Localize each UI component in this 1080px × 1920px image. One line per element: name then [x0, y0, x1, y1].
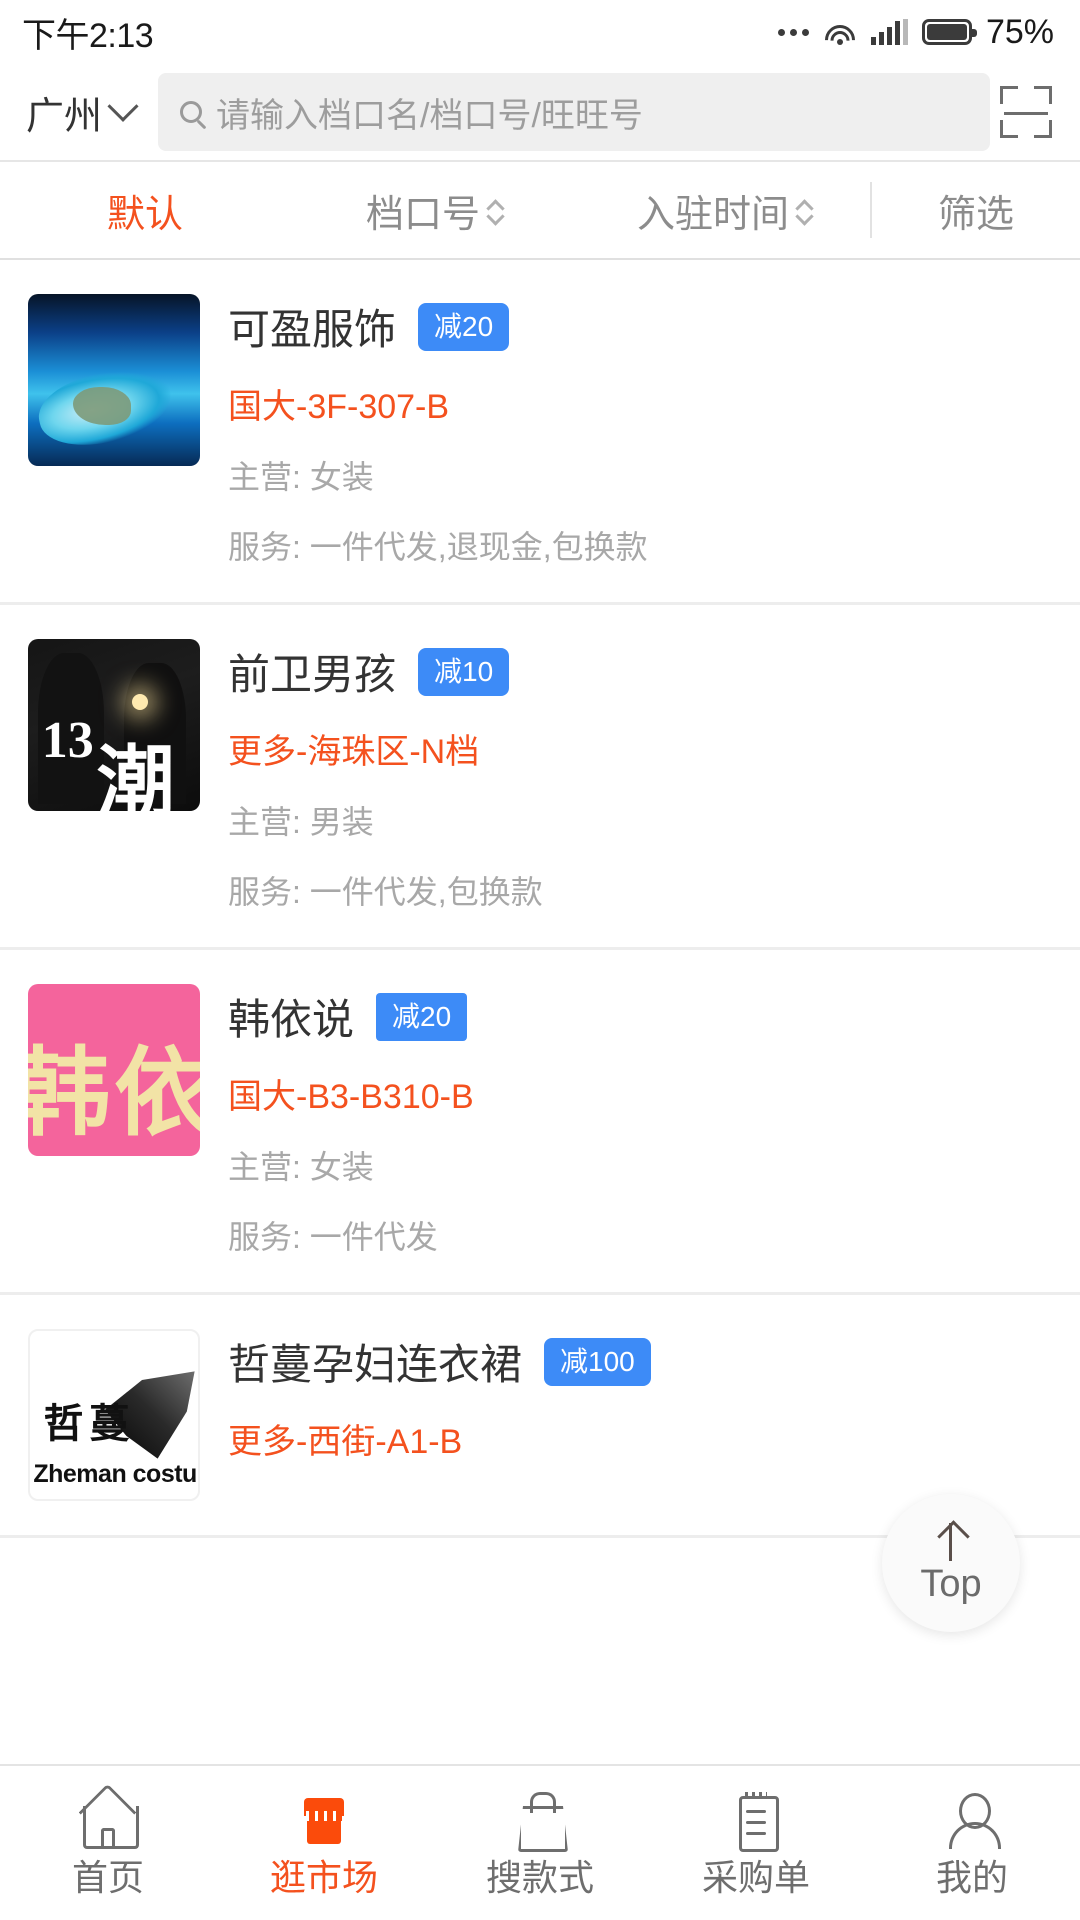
discount-badge: 减10: [418, 647, 510, 696]
sort-arrows-icon: [797, 199, 813, 222]
chevron-down-icon: [107, 90, 139, 122]
shop-service-label: 服务:: [228, 874, 301, 910]
shop-main-category: 主营: 女装: [228, 1142, 1050, 1188]
shop-name: 韩依说: [228, 996, 355, 1043]
shop-thumbnail[interactable]: 哲蔓 Zheman costume: [28, 1329, 200, 1501]
shop-icon: [295, 1790, 353, 1848]
filter-button-label: 筛选: [937, 193, 1014, 236]
sort-tab-join-time[interactable]: 入驻时间: [580, 162, 870, 258]
tab-home-label: 首页: [71, 1857, 144, 1898]
discount-badge: 减20: [418, 302, 510, 351]
list-item[interactable]: 13 潮 前卫男孩 减10 更多-海珠区-N档 主营: 男装 服务: 一件代发,包…: [0, 605, 1080, 950]
tab-home[interactable]: 首页: [0, 1790, 216, 1896]
tab-purchase-order-label: 采购单: [701, 1857, 810, 1898]
shop-list: 可盈服饰 减20 国大-3F-307-B 主营: 女装 服务: 一件代发,退现金…: [0, 260, 1080, 1538]
sort-tab-default[interactable]: 默认: [0, 162, 290, 258]
sort-tab-stall-number-label: 档口号: [365, 193, 480, 236]
shop-name: 哲蔓孕妇连衣裙: [228, 1341, 523, 1388]
tab-purchase-order[interactable]: 采购单: [648, 1790, 864, 1896]
shop-name: 前卫男孩: [228, 651, 397, 698]
city-selector[interactable]: 广州: [26, 85, 139, 140]
sort-tab-join-time-label: 入驻时间: [636, 193, 789, 236]
search-icon: [180, 101, 203, 123]
tab-mine-label: 我的: [935, 1857, 1008, 1898]
search-input[interactable]: 请输入档口名/档口号/旺旺号: [158, 73, 990, 151]
shop-info: 韩依说 减20 国大-B3-B310-B 主营: 女装 服务: 一件代发: [228, 984, 1050, 1258]
shop-thumbnail[interactable]: 韩依说: [28, 984, 200, 1156]
shop-service-label: 服务:: [228, 1219, 301, 1255]
app-root: 下午2:13 75% 广州 请输入档口名/档口号/旺旺号 默认 档口号 入驻时间…: [0, 0, 1080, 1920]
tab-search-styles-label: 搜款式: [485, 1857, 594, 1898]
home-icon: [79, 1790, 139, 1849]
shop-address: 更多-海珠区-N档: [228, 733, 480, 771]
shop-main-value: 女装: [309, 1149, 374, 1185]
list-item[interactable]: 可盈服饰 减20 国大-3F-307-B 主营: 女装 服务: 一件代发,退现金…: [0, 260, 1080, 605]
shop-main-label: 主营:: [228, 459, 301, 495]
shop-main-label: 主营:: [228, 804, 301, 840]
shop-title-line: 哲蔓孕妇连衣裙 减100: [228, 1331, 1050, 1392]
shop-main-category: 主营: 男装: [228, 797, 1050, 843]
cellular-signal-icon: [870, 19, 908, 45]
scan-code-icon[interactable]: [1000, 86, 1052, 138]
user-icon: [943, 1790, 1001, 1849]
shop-services: 服务: 一件代发,包换款: [228, 867, 1050, 913]
shop-info: 哲蔓孕妇连衣裙 减100 更多-西街-A1-B: [228, 1329, 1050, 1501]
shop-service-value: 一件代发: [309, 1219, 438, 1255]
shop-thumbnail[interactable]: [28, 294, 200, 466]
list-item[interactable]: 韩依说 韩依说 减20 国大-B3-B310-B 主营: 女装 服务: 一件代发: [0, 950, 1080, 1295]
shop-title-line: 韩依说 减20: [228, 986, 1050, 1047]
shop-main-label: 主营:: [228, 1149, 301, 1185]
status-icons: 75%: [777, 12, 1054, 62]
shop-main-value: 男装: [309, 804, 374, 840]
shop-info: 可盈服饰 减20 国大-3F-307-B 主营: 女装 服务: 一件代发,退现金…: [228, 294, 1050, 568]
status-bar: 下午2:13 75%: [0, 0, 1080, 64]
back-to-top-button[interactable]: Top: [882, 1494, 1020, 1632]
shop-info: 前卫男孩 减10 更多-海珠区-N档 主营: 男装 服务: 一件代发,包换款: [228, 639, 1050, 913]
shop-service-value: 一件代发,退现金,包换款: [309, 529, 648, 565]
search-placeholder: 请输入档口名/档口号/旺旺号: [216, 96, 643, 135]
arrow-up-icon: [934, 1523, 968, 1561]
shop-address: 国大-3F-307-B: [228, 388, 450, 426]
shop-service-label: 服务:: [228, 529, 301, 565]
clipboard-icon: [727, 1790, 785, 1852]
battery-percent: 75%: [985, 12, 1054, 51]
status-time: 下午2:13: [22, 16, 154, 55]
shop-name: 可盈服饰: [228, 306, 397, 353]
shop-main-category: 主营: 女装: [228, 452, 1050, 498]
tab-market-label: 逛市场: [269, 1857, 378, 1898]
wifi-icon: [818, 18, 862, 62]
shop-main-value: 女装: [309, 459, 374, 495]
city-label: 广州: [26, 95, 103, 138]
tab-search-styles[interactable]: 搜款式: [432, 1790, 648, 1896]
shop-address: 国大-B3-B310-B: [228, 1078, 474, 1116]
shop-title-line: 可盈服饰 减20: [228, 296, 1050, 357]
sort-bar: 默认 档口号 入驻时间 筛选: [0, 160, 1080, 260]
sort-arrows-icon: [488, 199, 504, 222]
shop-services: 服务: 一件代发,退现金,包换款: [228, 522, 1050, 568]
tab-market[interactable]: 逛市场: [216, 1790, 432, 1896]
shop-address: 更多-西街-A1-B: [228, 1423, 463, 1461]
filter-button[interactable]: 筛选: [870, 182, 1080, 238]
sort-tab-default-label: 默认: [106, 193, 183, 236]
discount-badge: 减100: [544, 1337, 651, 1386]
tab-mine[interactable]: 我的: [864, 1790, 1080, 1896]
search-header: 广州 请输入档口名/档口号/旺旺号: [0, 64, 1080, 160]
shop-services: 服务: 一件代发: [228, 1212, 1050, 1258]
bottom-tab-bar: 首页 逛市场 搜款式 采购单 我的: [0, 1764, 1080, 1920]
shop-service-value: 一件代发,包换款: [309, 874, 543, 910]
back-to-top-label: Top: [920, 1563, 982, 1605]
more-dots-icon: [777, 28, 809, 36]
bag-icon: [511, 1790, 569, 1848]
discount-badge: 减20: [376, 992, 468, 1041]
shop-thumbnail[interactable]: 13 潮: [28, 639, 200, 811]
shop-title-line: 前卫男孩 减10: [228, 641, 1050, 702]
battery-icon: [921, 19, 977, 45]
sort-tab-stall-number[interactable]: 档口号: [290, 162, 580, 258]
